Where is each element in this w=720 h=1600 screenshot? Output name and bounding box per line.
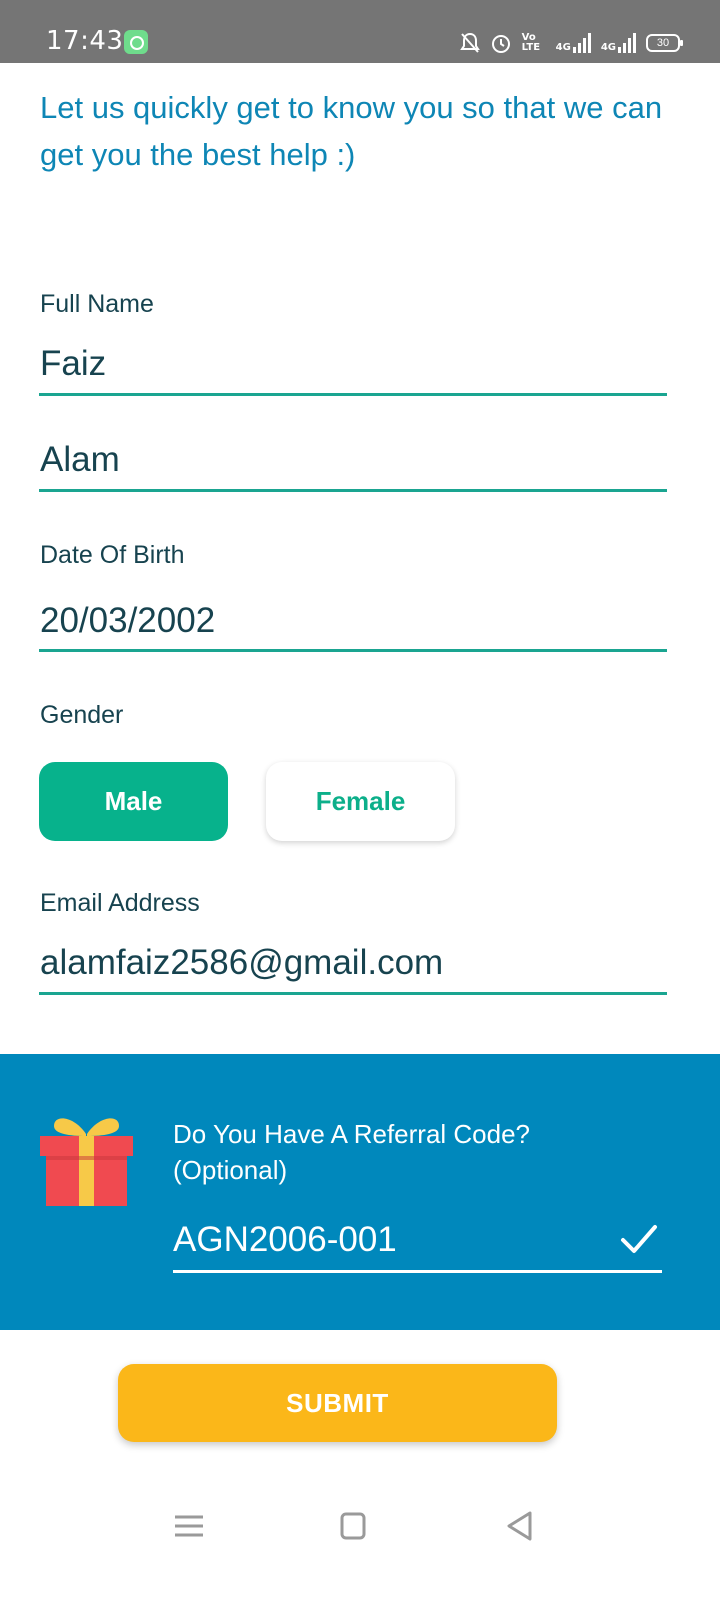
submit-button[interactable]: SUBMIT [118, 1364, 557, 1442]
home-square-icon[interactable] [333, 1508, 373, 1544]
referral-code-input[interactable]: AGN2006-001 [173, 1220, 397, 1260]
app-notification-icon [124, 30, 148, 54]
menu-icon[interactable] [169, 1508, 209, 1544]
referral-title-line1: Do You Have A Referral Code? [173, 1119, 531, 1149]
gift-icon [40, 1118, 133, 1206]
intro-heading: Let us quickly get to know you so that w… [40, 90, 663, 172]
referral-title-line2: (Optional) [173, 1155, 288, 1185]
first-name-underline [39, 393, 667, 396]
email-label: Email Address [40, 889, 200, 917]
volte-icon: Vo LTE [521, 32, 541, 53]
network-type-label: 4G [600, 42, 616, 53]
network-type-label: 4G [555, 42, 571, 53]
last-name-underline [39, 489, 667, 492]
dob-underline [39, 649, 667, 652]
email-input[interactable]: alamfaiz2586@gmail.com [40, 943, 443, 983]
email-underline [39, 992, 667, 995]
dob-label: Date Of Birth [40, 541, 185, 569]
full-name-label: Full Name [40, 290, 154, 318]
back-triangle-icon[interactable] [500, 1508, 540, 1544]
status-time: 17:43 [46, 26, 124, 56]
battery-level: 30 [656, 37, 670, 49]
mute-icon [459, 32, 480, 53]
gender-male-button[interactable]: Male [39, 762, 228, 841]
status-bar: 17:43 Vo LTE 4G 4G 30 [0, 0, 720, 63]
gender-female-button[interactable]: Female [266, 762, 455, 841]
signal-4g-icon: 4G [601, 33, 636, 53]
gender-label: Gender [40, 701, 124, 729]
alarm-icon [491, 35, 510, 53]
dob-input[interactable]: 20/03/2002 [40, 601, 215, 641]
referral-underline [173, 1270, 662, 1273]
last-name-input[interactable]: Alam [40, 440, 120, 480]
first-name-input[interactable]: Faiz [40, 344, 106, 384]
referral-title: Do You Have A Referral Code? (Optional) [173, 1116, 673, 1188]
battery-icon: 30 [646, 34, 683, 52]
signal-4g-icon: 4G [556, 33, 591, 53]
status-icons: Vo LTE 4G 4G 30 [459, 30, 683, 56]
checkmark-icon [621, 1225, 657, 1253]
